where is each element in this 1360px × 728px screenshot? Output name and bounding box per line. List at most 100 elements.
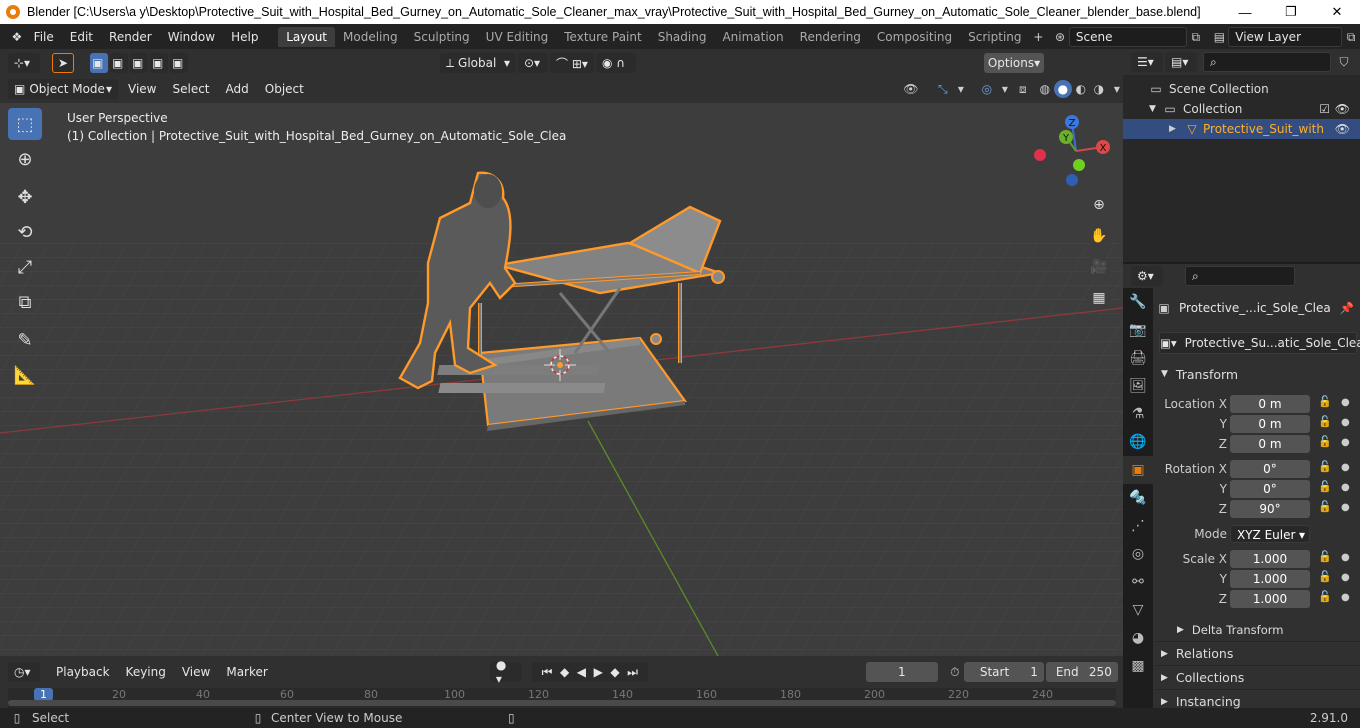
pivot-dropdown[interactable]: ⊙▾ bbox=[518, 53, 548, 73]
blender-menu-icon[interactable]: ❖ bbox=[8, 28, 26, 46]
timeline-editor-type[interactable]: ◷▾ bbox=[8, 662, 40, 682]
close-button[interactable]: ✕ bbox=[1314, 4, 1360, 20]
xray-icon[interactable]: ⧈ bbox=[1014, 80, 1032, 98]
lock-icon[interactable]: 🔓 bbox=[1318, 590, 1332, 603]
scale-z-field[interactable]: 1.000 bbox=[1230, 590, 1310, 608]
tool-select-box[interactable]: ⬚ bbox=[8, 108, 42, 140]
select-subtract-button[interactable]: ▣ bbox=[130, 53, 148, 73]
vp-menu-add[interactable]: Add bbox=[218, 82, 257, 96]
tab-texture-paint[interactable]: Texture Paint bbox=[556, 27, 649, 47]
keyframe-dot-icon[interactable]: ● bbox=[1341, 437, 1350, 448]
lock-icon[interactable]: 🔓 bbox=[1318, 500, 1332, 513]
keyframe-dot-icon[interactable]: ● bbox=[1341, 417, 1350, 428]
scale-y-field[interactable]: 1.000 bbox=[1230, 570, 1310, 588]
menu-help[interactable]: Help bbox=[223, 30, 266, 44]
jump-end-icon[interactable]: ⏭ bbox=[627, 665, 638, 680]
tool-transform[interactable]: ⧉ bbox=[8, 286, 42, 318]
display-mode-dropdown[interactable]: ▤▾ bbox=[1165, 52, 1197, 72]
keyframe-dot-icon[interactable]: ● bbox=[1341, 592, 1350, 603]
overlays-dropdown-icon[interactable]: ▾ bbox=[996, 80, 1014, 98]
lock-icon[interactable]: 🔓 bbox=[1318, 395, 1332, 408]
menu-edit[interactable]: Edit bbox=[62, 30, 101, 44]
tab-modeling[interactable]: Modeling bbox=[335, 27, 406, 47]
select-invert-button[interactable]: ▣ bbox=[150, 53, 168, 73]
tool-scale[interactable]: ⤢ bbox=[8, 251, 42, 283]
3d-viewport[interactable]: User Perspective (1) Collection | Protec… bbox=[0, 103, 1123, 656]
rotation-z-field[interactable]: 90° bbox=[1230, 500, 1310, 518]
select-new-button[interactable]: ▣ bbox=[90, 53, 108, 73]
tab-data[interactable]: ▽ bbox=[1123, 596, 1153, 624]
outliner-object[interactable]: ▶ ▽ Protective_Suit_with 👁 bbox=[1123, 119, 1360, 139]
delta-transform-header[interactable]: ▶ Delta Transform bbox=[1155, 618, 1360, 642]
lock-icon[interactable]: 🔓 bbox=[1318, 550, 1332, 563]
transform-panel-header[interactable]: ▼ Transform bbox=[1155, 362, 1360, 386]
jump-start-icon[interactable]: ⏮ bbox=[542, 665, 553, 680]
solid-shading-icon[interactable]: ● bbox=[1053, 80, 1072, 98]
scene-field[interactable]: Scene bbox=[1068, 26, 1187, 47]
tab-compositing[interactable]: Compositing bbox=[869, 27, 960, 47]
keyframe-dot-icon[interactable]: ● bbox=[1341, 502, 1350, 513]
mode-dropdown[interactable]: ▣ Object Mode ▾ bbox=[8, 79, 118, 99]
menu-file[interactable]: File bbox=[26, 30, 62, 44]
collection-visibility-icon[interactable]: 👁 bbox=[1335, 102, 1350, 116]
exclude-checkbox[interactable]: ☑ bbox=[1319, 102, 1330, 116]
maximize-button[interactable]: ❐ bbox=[1268, 4, 1314, 20]
tool-measure[interactable]: 📐 bbox=[8, 359, 42, 391]
tab-scripting[interactable]: Scripting bbox=[960, 27, 1029, 47]
tab-render[interactable]: 📷 bbox=[1123, 316, 1153, 344]
keyframe-dot-icon[interactable]: ● bbox=[1341, 462, 1350, 473]
current-frame-field[interactable]: 1 bbox=[865, 662, 938, 682]
end-frame-field[interactable]: End 250 bbox=[1045, 662, 1118, 682]
collections-panel-header[interactable]: ▶ Collections bbox=[1155, 665, 1360, 689]
material-shading-icon[interactable]: ◐ bbox=[1072, 80, 1090, 98]
location-x-field[interactable]: 0 m bbox=[1230, 395, 1310, 413]
tab-shading[interactable]: Shading bbox=[650, 27, 715, 47]
lock-icon[interactable]: 🔓 bbox=[1318, 415, 1332, 428]
transform-orientation-dropdown[interactable]: ⟂ Global ▾ bbox=[440, 53, 516, 73]
options-dropdown[interactable]: Options ▾ bbox=[984, 53, 1044, 73]
filter-icon[interactable]: ⛉ bbox=[1335, 53, 1353, 71]
timeline-menu-keying[interactable]: Keying bbox=[118, 665, 174, 679]
menu-render[interactable]: Render bbox=[101, 30, 160, 44]
camera-view-button[interactable]: 🎥 bbox=[1087, 255, 1111, 279]
rendered-shading-icon[interactable]: ◑ bbox=[1090, 80, 1108, 98]
tab-physics[interactable]: ◎ bbox=[1123, 540, 1153, 568]
overlays-icon[interactable]: ◎ bbox=[978, 80, 996, 98]
tab-layout[interactable]: Layout bbox=[278, 26, 336, 47]
relations-panel-header[interactable]: ▶ Relations bbox=[1155, 641, 1360, 665]
outliner-scene-collection[interactable]: ▭ Scene Collection bbox=[1123, 79, 1360, 99]
keyframe-dot-icon[interactable]: ● bbox=[1341, 552, 1350, 563]
lock-icon[interactable]: 🔓 bbox=[1318, 460, 1332, 473]
tab-particles[interactable]: ⋰ bbox=[1123, 512, 1153, 540]
view-layer-field[interactable]: View Layer bbox=[1228, 26, 1343, 47]
navigation-gizmo[interactable]: Z X Y bbox=[1028, 113, 1123, 203]
outliner-search[interactable]: ⌕ bbox=[1203, 52, 1331, 72]
location-y-field[interactable]: 0 m bbox=[1230, 415, 1310, 433]
timeline-menu-playback[interactable]: Playback bbox=[48, 665, 118, 679]
minimize-button[interactable]: — bbox=[1222, 5, 1268, 20]
new-view-layer-icon[interactable]: ⧉ bbox=[1342, 28, 1360, 46]
rotation-y-field[interactable]: 0° bbox=[1230, 480, 1310, 498]
object-selector-icon[interactable]: ▣▾ bbox=[1160, 336, 1177, 350]
object-visibility-icon[interactable]: 👁 bbox=[1335, 122, 1350, 136]
proportional-edit-button[interactable]: ◉ ∩ bbox=[596, 53, 636, 73]
tab-modifiers[interactable]: 🔩 bbox=[1123, 484, 1153, 512]
tab-texture[interactable]: ▩ bbox=[1123, 652, 1153, 680]
playback-controls[interactable]: ⏮ ◆ ◀ ▶ ◆ ⏭ bbox=[531, 662, 648, 682]
timeline-menu-marker[interactable]: Marker bbox=[218, 665, 275, 679]
wireframe-shading-icon[interactable]: ◍ bbox=[1036, 80, 1054, 98]
scale-x-field[interactable]: 1.000 bbox=[1230, 550, 1310, 568]
timeline-menu-view[interactable]: View bbox=[174, 665, 218, 679]
timeline-ruler[interactable]: 1 20 40 60 80 100 120 140 160 180 200 22… bbox=[8, 688, 1116, 708]
new-scene-icon[interactable]: ⧉ bbox=[1187, 28, 1205, 46]
tab-world[interactable]: 🌐 bbox=[1123, 428, 1153, 456]
vp-menu-view[interactable]: View bbox=[120, 82, 164, 96]
start-frame-field[interactable]: Start 1 bbox=[963, 662, 1044, 682]
stopwatch-icon[interactable]: ⏱ bbox=[946, 663, 964, 681]
vp-menu-select[interactable]: Select bbox=[164, 82, 217, 96]
menu-window[interactable]: Window bbox=[160, 30, 223, 44]
timeline-scrollbar[interactable] bbox=[8, 700, 1116, 706]
tab-constraints[interactable]: ⚯ bbox=[1123, 568, 1153, 596]
instancing-panel-header[interactable]: ▶ Instancing bbox=[1155, 689, 1360, 713]
tab-object[interactable]: ▣ bbox=[1123, 456, 1153, 484]
